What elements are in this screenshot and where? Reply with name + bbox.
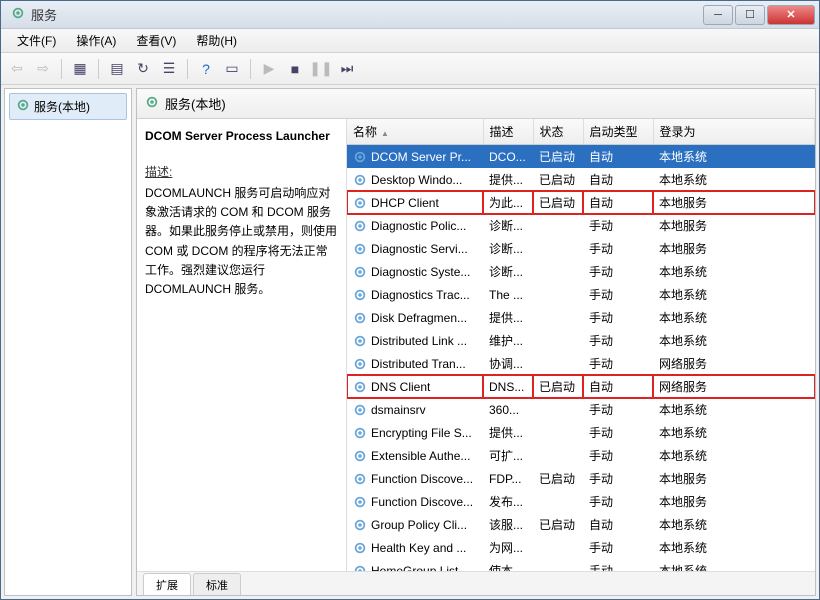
right-pane: 服务(本地) DCOM Server Process Launcher 描述: … [136,88,816,596]
service-row[interactable]: Extensible Authe...可扩...手动本地系统 [347,444,815,467]
service-row[interactable]: Diagnostic Polic...诊断...手动本地服务 [347,214,815,237]
service-row[interactable]: Diagnostics Trac...The ...手动本地系统 [347,283,815,306]
start-service-button[interactable]: ▶ [257,57,281,81]
column-header-status[interactable]: 状态 [533,119,583,145]
content-area: 服务(本地) 服务(本地) DCOM Server Process Launch… [1,85,819,599]
services-list[interactable]: 名称 描述 状态 启动类型 登录为 DCOM Server Pr...DCO..… [347,119,815,571]
selected-service-name: DCOM Server Process Launcher [145,129,338,143]
help-button[interactable]: ? [194,57,218,81]
gear-icon [353,150,367,164]
view-tabs: 扩展 标准 [137,571,815,595]
gear-icon [353,288,367,302]
service-row[interactable]: Group Policy Cli...该服...已启动自动本地系统 [347,513,815,536]
toolbar: ⇦ ⇨ ▦ ▤ ↻ ☰ ? ▭ ▶ ■ ❚❚ ⏭ [1,53,819,85]
close-button[interactable]: ✕ [767,5,815,25]
gear-icon [353,357,367,371]
app-icon [11,6,25,23]
gear-icon [145,95,159,112]
gear-icon [353,173,367,187]
column-header-row: 名称 描述 状态 启动类型 登录为 [347,119,815,145]
menu-action[interactable]: 操作(A) [66,30,126,51]
properties-button[interactable]: ☰ [157,57,181,81]
column-header-desc[interactable]: 描述 [483,119,533,145]
services-window: 服务 ─ ☐ ✕ 文件(F) 操作(A) 查看(V) 帮助(H) ⇦ ⇨ ▦ ▤… [0,0,820,600]
service-row[interactable]: Function Discove...发布...手动本地服务 [347,490,815,513]
service-row[interactable]: HomeGroup List...使本...手动本地系统 [347,559,815,571]
column-header-name[interactable]: 名称 [347,119,483,145]
titlebar[interactable]: 服务 ─ ☐ ✕ [1,1,819,29]
menu-help[interactable]: 帮助(H) [186,30,247,51]
service-row[interactable]: Disk Defragmen...提供...手动本地系统 [347,306,815,329]
service-row[interactable]: Health Key and ...为网...手动本地系统 [347,536,815,559]
gear-icon [353,196,367,210]
menu-view[interactable]: 查看(V) [126,30,186,51]
gear-icon [353,403,367,417]
export-list-button[interactable]: ▤ [105,57,129,81]
gear-icon [353,449,367,463]
gear-icon [353,564,367,572]
service-row[interactable]: Distributed Tran...协调...手动网络服务 [347,352,815,375]
gear-icon [353,265,367,279]
gear-icon [353,242,367,256]
column-header-startup[interactable]: 启动类型 [583,119,653,145]
description-text: DCOMLAUNCH 服务可启动响应对象激活请求的 COM 和 DCOM 服务器… [145,184,338,299]
gear-icon [16,98,30,115]
pause-service-button[interactable]: ❚❚ [309,57,333,81]
right-pane-header: 服务(本地) [137,89,815,119]
service-row[interactable]: Distributed Link ...维护...手动本地系统 [347,329,815,352]
column-header-logon[interactable]: 登录为 [653,119,815,145]
gear-icon [353,518,367,532]
service-row[interactable]: DNS ClientDNS...已启动自动网络服务 [347,375,815,398]
stop-service-button[interactable]: ■ [283,57,307,81]
forward-button[interactable]: ⇨ [31,57,55,81]
gear-icon [353,472,367,486]
back-button[interactable]: ⇦ [5,57,29,81]
gear-icon [353,380,367,394]
gear-icon [353,495,367,509]
refresh-button[interactable]: ↻ [131,57,155,81]
tab-standard[interactable]: 标准 [193,573,241,596]
service-row[interactable]: DHCP Client为此...已启动自动本地服务 [347,191,815,214]
detail-pane: DCOM Server Process Launcher 描述: DCOMLAU… [137,119,347,571]
minimize-button[interactable]: ─ [703,5,733,25]
maximize-button[interactable]: ☐ [735,5,765,25]
service-row[interactable]: Diagnostic Servi...诊断...手动本地服务 [347,237,815,260]
gear-icon [353,334,367,348]
right-pane-title: 服务(本地) [165,94,226,113]
service-row[interactable]: Desktop Windo...提供...已启动自动本地系统 [347,168,815,191]
service-row[interactable]: dsmainsrv360...手动本地系统 [347,398,815,421]
tree-item-label: 服务(本地) [34,98,90,115]
menubar: 文件(F) 操作(A) 查看(V) 帮助(H) [1,29,819,53]
description-label: 描述: [145,165,172,179]
toolbar-extra-button[interactable]: ▭ [220,57,244,81]
service-row[interactable]: Encrypting File S...提供...手动本地系统 [347,421,815,444]
gear-icon [353,311,367,325]
gear-icon [353,541,367,555]
menu-file[interactable]: 文件(F) [7,30,66,51]
restart-service-button[interactable]: ⏭ [335,57,359,81]
service-row[interactable]: DCOM Server Pr...DCO...已启动自动本地系统 [347,145,815,169]
gear-icon [353,426,367,440]
show-hide-tree-button[interactable]: ▦ [68,57,92,81]
tab-extended[interactable]: 扩展 [143,573,191,596]
gear-icon [353,219,367,233]
window-title: 服务 [31,5,701,24]
service-row[interactable]: Function Discove...FDP...已启动手动本地服务 [347,467,815,490]
tree-pane: 服务(本地) [4,88,132,596]
tree-item-services-local[interactable]: 服务(本地) [9,93,127,120]
service-row[interactable]: Diagnostic Syste...诊断...手动本地系统 [347,260,815,283]
